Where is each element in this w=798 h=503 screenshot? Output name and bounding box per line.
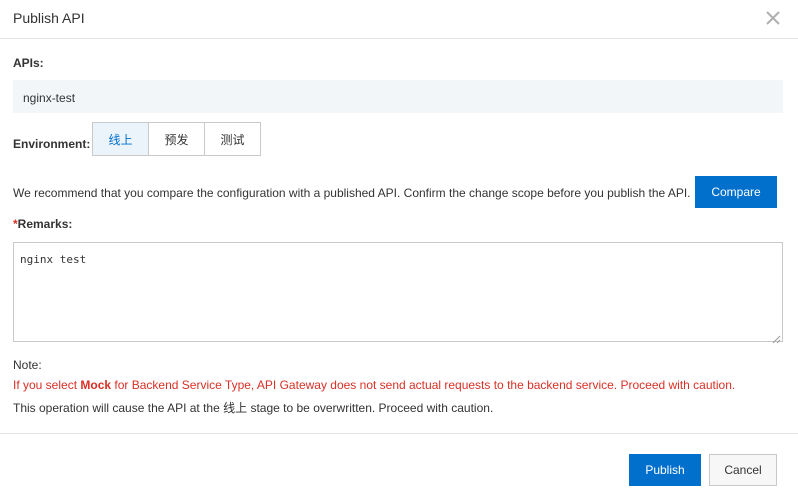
remarks-label: *Remarks:: [13, 217, 72, 231]
compare-recommendation: We recommend that you compare the config…: [13, 186, 691, 200]
apis-value-box: nginx-test: [13, 80, 783, 113]
publish-button[interactable]: Publish: [629, 454, 701, 486]
mock-warning-bold: Mock: [80, 378, 112, 392]
resize-handle-icon[interactable]: [772, 331, 781, 344]
dialog-header: Publish API: [0, 0, 798, 39]
mock-warning-suffix: for Backend Service Type, API Gateway do…: [111, 378, 736, 392]
footer-divider: [0, 433, 798, 434]
environment-option-test[interactable]: 测试: [204, 122, 261, 156]
dialog-title: Publish API: [13, 10, 85, 26]
overwrite-warning-stage: 线上: [223, 401, 248, 415]
mock-warning-prefix: If you select: [13, 378, 81, 392]
environment-selector: 线上 预发 测试: [92, 122, 261, 156]
apis-value: nginx-test: [23, 91, 76, 105]
mock-warning: If you select Mock for Backend Service T…: [13, 378, 735, 392]
overwrite-warning-suffix: stage to be overwritten. Proceed with ca…: [247, 401, 494, 415]
environment-option-online[interactable]: 线上: [92, 122, 149, 156]
cancel-button[interactable]: Cancel: [709, 454, 777, 486]
apis-label: APIs:: [13, 56, 44, 70]
compare-button[interactable]: Compare: [695, 176, 777, 208]
remarks-label-text: Remarks:: [17, 217, 73, 231]
close-icon[interactable]: [763, 8, 783, 28]
environment-option-pre[interactable]: 预发: [148, 122, 205, 156]
overwrite-warning: This operation will cause the API at the…: [13, 399, 493, 416]
remarks-value: nginx test: [20, 253, 87, 266]
environment-label: Environment:: [13, 137, 91, 151]
publish-api-dialog: Publish API APIs: nginx-test Environment…: [0, 0, 798, 503]
remarks-textarea[interactable]: nginx test: [13, 242, 783, 344]
note-title: Note:: [13, 358, 42, 372]
overwrite-warning-prefix: This operation will cause the API at the: [13, 401, 224, 415]
